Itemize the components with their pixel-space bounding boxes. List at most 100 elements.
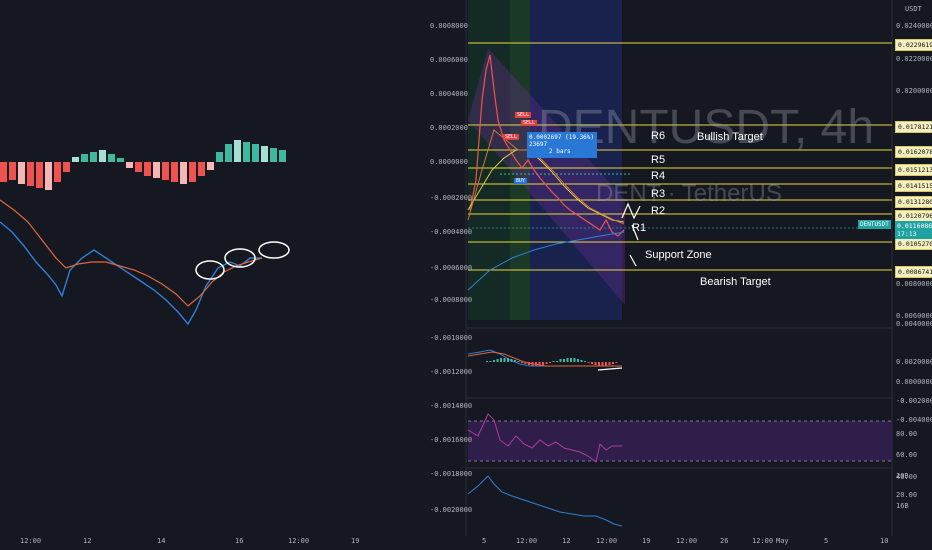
left-axis-tick: -0.0016000 (430, 436, 473, 444)
main-price-chart[interactable] (0, 0, 932, 550)
x-tick: 12 (562, 537, 571, 545)
sub-histogram-bar (566, 358, 569, 362)
sub-histogram-bar (598, 362, 600, 366)
symbol-tag: DENTUSDT (858, 220, 891, 229)
sub-histogram-bar (577, 359, 579, 362)
sub-histogram-bar (605, 362, 607, 366)
right-axis-tick: -0.0040000 (896, 416, 932, 424)
level-price-tag: 0.0151213 (895, 164, 932, 176)
level-price-tag: 0.0105270 (895, 238, 932, 250)
trade-info-box: 0.0002697 (19.36%) 23697 2 bars (527, 132, 597, 158)
x-tick: 26 (720, 537, 729, 545)
sub-histogram-bar (535, 362, 537, 366)
sub-histogram-bar (563, 359, 565, 362)
right-axis-tick: 0.0240000 (896, 22, 932, 30)
x-tick: May (776, 537, 789, 545)
support-zone-label: Support Zone (645, 249, 712, 261)
x-tick: 12:00 (596, 537, 618, 545)
x-tick: 5 (482, 537, 487, 545)
currency-label: USDT (905, 5, 922, 13)
level-price-tag: 0.0229619 (895, 39, 932, 51)
x-tick: 12:00 (516, 537, 538, 545)
trade-info-text: 0.0002697 (19.36%) 23697 (529, 134, 595, 148)
left-axis-tick: -0.0018000 (430, 470, 473, 478)
x-tick: 12:00 (752, 537, 774, 545)
sell-label: SELL (521, 120, 538, 126)
buy-label: BUY (514, 178, 528, 184)
sub-histogram-bar (545, 362, 548, 364)
left-axis-tick: 0.0008000 (430, 22, 468, 30)
right-axis-tick: 0.0200000 (896, 87, 932, 95)
left-axis-tick: 0.0002000 (430, 124, 468, 132)
sub-histogram-bar (500, 358, 502, 362)
right-axis-tick: 0.0020000 (896, 358, 932, 366)
sub-histogram-bar (559, 359, 562, 362)
sub-histogram-bar (503, 358, 506, 362)
x-tick: 5 (824, 537, 829, 545)
sub-histogram-bar (615, 362, 618, 363)
left-axis-tick: -0.0012000 (430, 368, 473, 376)
x-tick: 10 (880, 537, 889, 545)
sub-histogram-bar (584, 361, 586, 362)
sub-histogram-bar (608, 362, 611, 365)
volume-line (467, 475, 623, 527)
right-axis-tick: 20.00 (896, 491, 918, 499)
sub-histogram-bar (510, 359, 513, 362)
right-axis-tick: 80.00 (896, 430, 918, 438)
left-axis-tick: 0.0006000 (430, 56, 468, 64)
right-axis-tick: 0.0000000 (896, 378, 932, 386)
sub-histogram-bar (521, 362, 523, 363)
sub-histogram-bar (486, 361, 488, 362)
sub-histogram-bar (570, 358, 572, 362)
right-axis-tick: -0.0020000 (896, 397, 932, 405)
sub-histogram-bar (549, 362, 551, 363)
left-axis-tick: 0.0004000 (430, 90, 468, 98)
level-price-tag: 0.0086741 (895, 266, 932, 278)
sub-histogram-bar (573, 358, 576, 362)
level-price-tag: 0.0131280 (895, 196, 932, 208)
sub-histogram-bar (489, 361, 492, 362)
x-tick: 12:00 (676, 537, 698, 545)
right-axis-tick: 16B (896, 502, 909, 510)
level-price-tag: 0.0162078 (895, 146, 932, 158)
left-axis-tick: -0.0010000 (430, 334, 473, 342)
left-axis-tick: -0.0014000 (430, 402, 473, 410)
bar-countdown: 17:13 (897, 230, 917, 238)
sub-histogram-bar (587, 362, 590, 363)
sub-histogram-bar (528, 362, 530, 365)
r2-label: R2 (651, 205, 666, 217)
sub-histogram-bar (612, 362, 614, 364)
right-axis-tick: 0.0220000 (896, 55, 932, 63)
sub-histogram-bar (601, 362, 604, 366)
level-price-tag: 0.0141515 (895, 180, 932, 192)
trade-bars-text: 2 bars (549, 148, 571, 155)
left-axis-tick: -0.0020000 (430, 506, 473, 514)
sub-histogram-bar (507, 358, 509, 362)
symbol-subtitle-watermark: DENT · TetherUS (596, 180, 782, 207)
sub-histogram-bar (591, 362, 593, 364)
sell-label: SELL (515, 112, 532, 118)
last-price-tag: 0.0116086 17:13 (895, 221, 932, 239)
sub-histogram-bar (552, 361, 555, 362)
sub-histogram-bar (524, 362, 527, 364)
last-price-value: 0.0116086 (897, 222, 932, 230)
sub-histogram-bar (517, 361, 520, 362)
sub-histogram-bar (538, 362, 541, 366)
sell-label: SELL (503, 134, 520, 140)
left-axis-tick: -0.0002000 (430, 194, 473, 202)
r6-label: R6 (651, 130, 666, 142)
right-axis-tick: 0.0060000 (896, 312, 932, 320)
r5-label: R5 (651, 154, 666, 166)
rsi-band (468, 421, 892, 461)
level-price-tag: 0.0178121 (895, 121, 932, 133)
x-tick: 19 (642, 537, 651, 545)
right-axis-tick: 60.00 (896, 451, 918, 459)
left-axis-tick: -0.0006000 (430, 264, 473, 272)
left-axis-tick: 0.0000000 (430, 158, 468, 166)
sub-histogram-bar (580, 360, 583, 362)
sub-histogram-bar (594, 362, 597, 365)
bullish-target-label: Bullish Target (697, 131, 763, 143)
r1-label: R1 (632, 222, 647, 234)
r3-label: R3 (651, 188, 666, 200)
right-axis-tick: 0.0040000 (896, 320, 932, 328)
